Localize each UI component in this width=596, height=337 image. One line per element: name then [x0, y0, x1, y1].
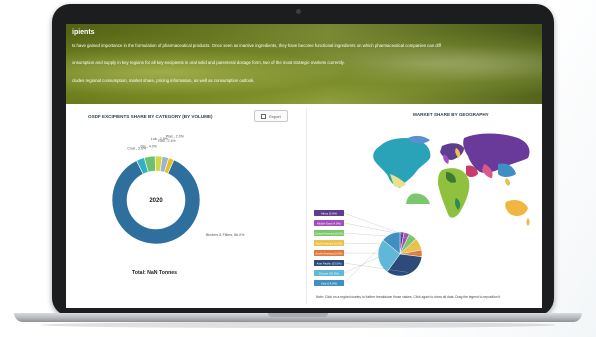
donut-label-4: Glid., 2.4%: [158, 139, 176, 143]
laptop-shadow: [40, 322, 556, 328]
map-asia[interactable]: [463, 133, 530, 187]
hero-description-line-2: onsumption and supply in key regions for…: [72, 60, 345, 65]
laptop-screen: ipients ts have gained importance in the…: [66, 24, 542, 308]
donut-label-2: Dis., 4.0%: [141, 145, 158, 149]
map-north-america[interactable]: [373, 135, 431, 188]
geo-legend-label-0: Africa (3.0%): [321, 211, 337, 215]
hero-description-line-1: ts have gained importance in the formula…: [72, 43, 441, 48]
geo-legend-label-5: Asia Pacific (33.0%): [316, 261, 341, 265]
map-note: Note: Click on a region/country to furth…: [316, 295, 501, 299]
map-oceania[interactable]: [505, 200, 530, 226]
geo-legend-label-7: Asia (14.0%): [321, 281, 337, 285]
export-button-label: Export: [269, 113, 281, 119]
donut-label-0: Binders & Fillers, 86.0%: [206, 233, 245, 237]
geo-legend-label-6: Europe (26.0%): [319, 271, 339, 275]
geo-legend-label-4: South America (5.0%): [315, 251, 342, 255]
panel-divider: [306, 108, 307, 304]
geography-pie-chart[interactable]: Africa (3.0%) Middle East (4.0%) Central A…: [310, 204, 440, 296]
hero-title: ipients: [72, 29, 95, 36]
geo-legend-label-2: Central America (6.0%): [315, 231, 344, 235]
geo-legend-label-3: North America (9.0%): [316, 241, 343, 245]
camera-dot: [296, 9, 301, 14]
export-icon: [261, 113, 267, 119]
geography-chart-title: MARKET SHARE BY GEOGRAPHY: [413, 112, 489, 117]
map-africa[interactable]: [438, 168, 470, 218]
category-donut-chart[interactable]: Binders & Fillers, 86.0%Coat., 3.0%Dis.,…: [74, 128, 299, 268]
laptop-notch: [268, 313, 328, 317]
hero-description-line-3: cludes regional consumption, market shar…: [72, 78, 255, 83]
geo-legend-label-1: Middle East (4.0%): [317, 221, 341, 225]
category-chart-title: OSDF EXCIPIENTS SHARE BY CATEGORY (BY VO…: [88, 114, 213, 119]
donut-label-5: Plas., 2.0%: [166, 134, 185, 138]
total-label: Total: NaN Tonnes: [132, 270, 178, 276]
export-button[interactable]: Export: [254, 110, 288, 122]
donut-center-label: 2020: [149, 198, 163, 204]
map-europe[interactable]: [440, 143, 464, 164]
